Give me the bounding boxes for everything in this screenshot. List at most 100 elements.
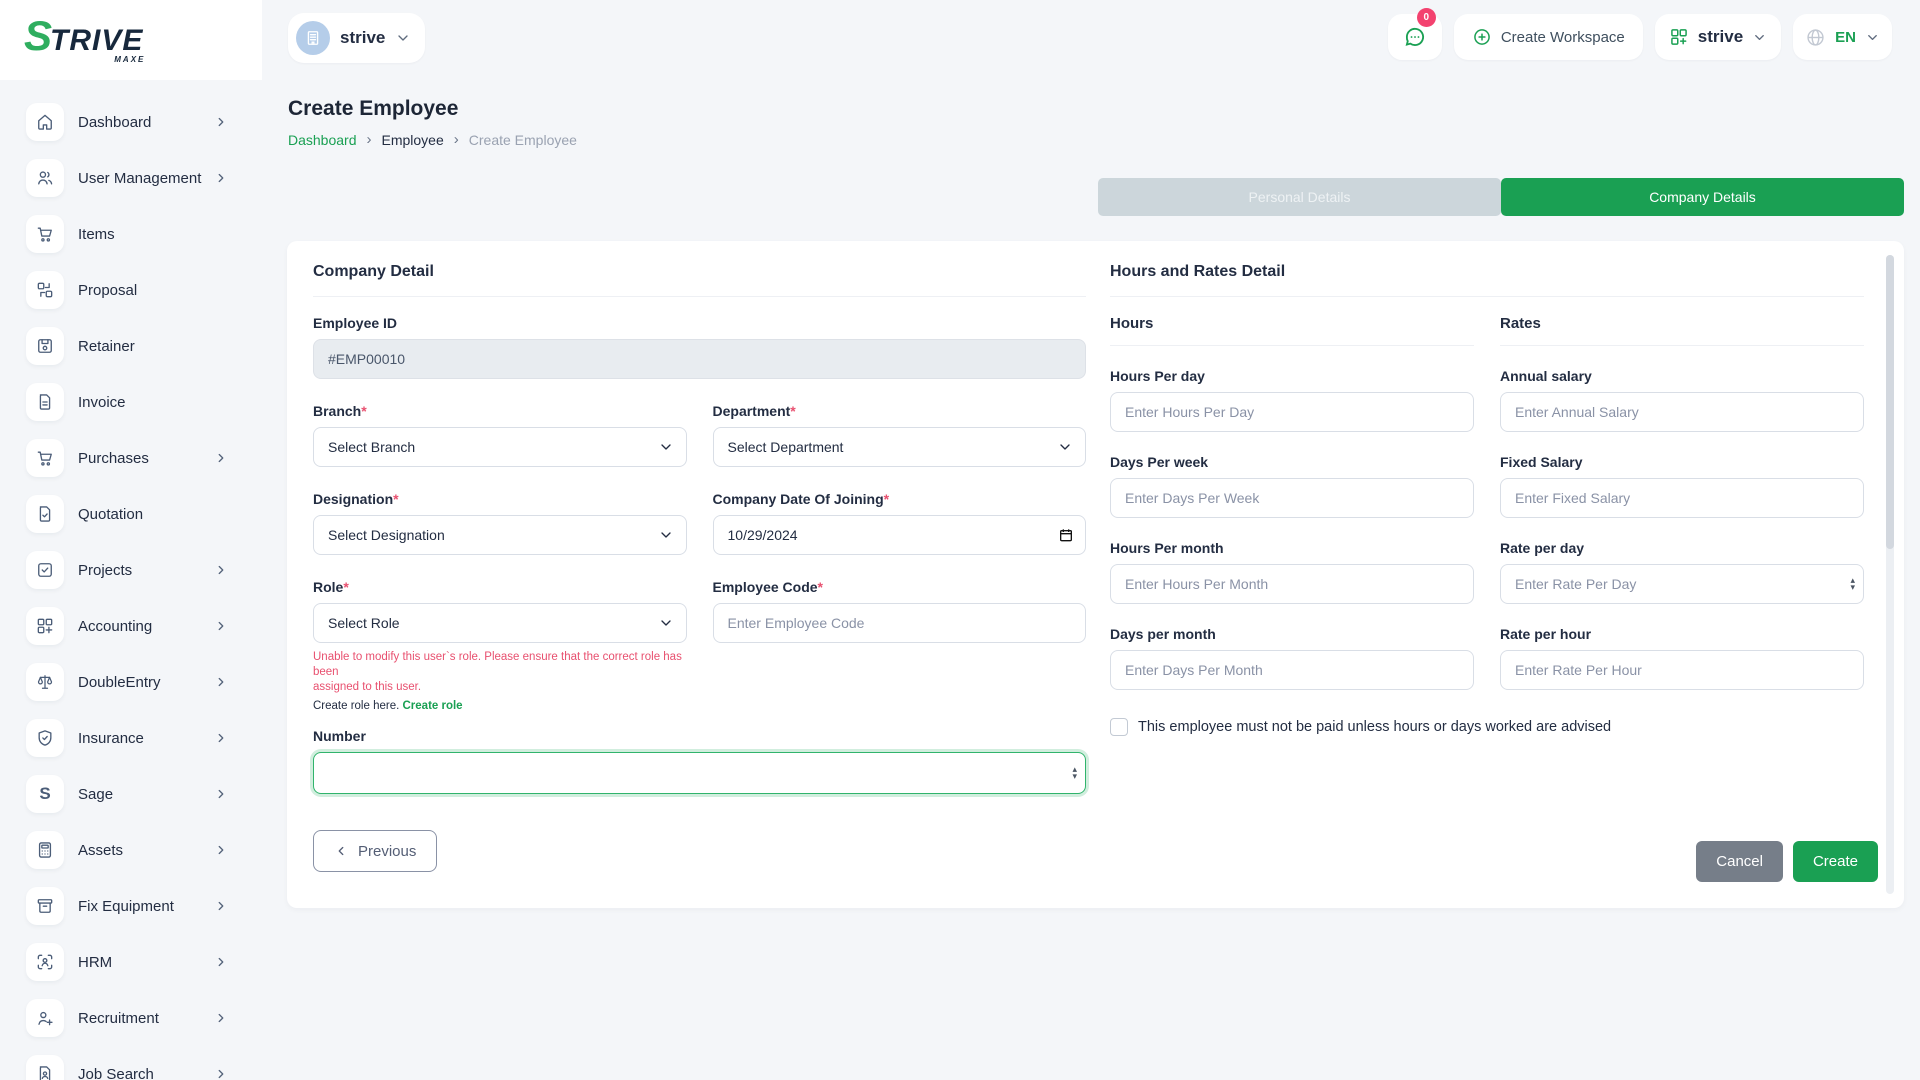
swap-boxes-icon bbox=[37, 282, 53, 298]
previous-button[interactable]: Previous bbox=[313, 830, 438, 872]
sidebar-item-job-search[interactable]: Job Search bbox=[26, 1054, 262, 1080]
sidebar-item-items[interactable]: Items bbox=[26, 214, 262, 254]
designation-select[interactable]: Select Designation bbox=[313, 515, 687, 555]
create-role-link[interactable]: Create role bbox=[403, 700, 463, 712]
employee-id-label: Employee ID bbox=[313, 315, 398, 331]
branch-select-value: Select Branch bbox=[328, 439, 416, 455]
users-icon bbox=[38, 171, 53, 185]
sidebar-item-doubleentry[interactable]: DoubleEntry bbox=[26, 662, 262, 702]
chevron-right-icon bbox=[218, 173, 224, 183]
sidebar-item-purchases[interactable]: Purchases bbox=[26, 438, 262, 478]
person-scan-icon bbox=[37, 954, 53, 970]
hours-rates-section: Hours and Rates Detail Hours Hours Per d… bbox=[1110, 263, 1864, 886]
sidebar-header: S TRIVE MAXE bbox=[0, 0, 262, 80]
sidebar-item-insurance[interactable]: Insurance bbox=[26, 718, 262, 758]
breadcrumb-dashboard[interactable]: Dashboard bbox=[288, 132, 357, 148]
department-select-value: Select Department bbox=[727, 439, 844, 455]
sidebar-item-proposal[interactable]: Proposal bbox=[26, 270, 262, 310]
page-title: Create Employee bbox=[288, 97, 459, 120]
rate-per-hour-label: Rate per hour bbox=[1500, 626, 1592, 642]
tab-personal-details[interactable]: Personal Details bbox=[1098, 178, 1501, 216]
hours-per-month-field[interactable] bbox=[1110, 564, 1474, 604]
sidebar-item-recruitment[interactable]: Recruitment bbox=[26, 998, 262, 1038]
sidebar-item-user-management[interactable]: User Management bbox=[26, 158, 262, 198]
annual-salary-field[interactable] bbox=[1500, 392, 1864, 432]
chevron-right-icon bbox=[218, 901, 224, 911]
cart-icon bbox=[37, 451, 52, 466]
sidebar-item-retainer[interactable]: Retainer bbox=[26, 326, 262, 366]
language-selector[interactable]: EN bbox=[1793, 14, 1892, 60]
sidebar-item-label: Purchases bbox=[78, 449, 149, 467]
rate-per-hour-field[interactable] bbox=[1500, 650, 1864, 690]
app-logo[interactable]: S TRIVE MAXE bbox=[24, 12, 143, 65]
sidebar-item-label: Projects bbox=[78, 561, 133, 579]
create-workspace-button[interactable]: Create Workspace bbox=[1453, 14, 1643, 60]
rate-per-day-field[interactable] bbox=[1500, 564, 1864, 604]
role-select-value: Select Role bbox=[328, 615, 400, 631]
employee-code-field[interactable] bbox=[712, 603, 1086, 643]
tab-company-details[interactable]: Company Details bbox=[1501, 178, 1904, 216]
sidebar-item-projects[interactable]: Projects bbox=[26, 550, 262, 590]
calculator-icon bbox=[38, 842, 52, 858]
date-of-joining-field[interactable] bbox=[712, 515, 1086, 555]
workspace-grid-icon bbox=[1670, 29, 1687, 45]
rate-per-day-spinner[interactable]: ▴ ▾ bbox=[1850, 576, 1855, 592]
logo-s-glyph: S bbox=[24, 12, 52, 59]
date-of-joining-label: Company Date Of Joining bbox=[712, 491, 884, 507]
sidebar-item-sage[interactable]: S Sage bbox=[26, 774, 262, 814]
company-selector[interactable]: strive bbox=[288, 13, 426, 63]
sidebar-item-label: Quotation bbox=[78, 505, 144, 523]
chat-button[interactable]: 0 bbox=[1387, 8, 1442, 60]
fixed-salary-field[interactable] bbox=[1500, 478, 1864, 518]
archive-box-icon bbox=[37, 899, 53, 913]
sidebar-item-quotation[interactable]: Quotation bbox=[26, 494, 262, 534]
sidebar-item-invoice[interactable]: Invoice bbox=[26, 382, 262, 422]
globe-icon bbox=[1807, 28, 1824, 46]
sidebar-item-dashboard[interactable]: Dashboard bbox=[26, 102, 262, 142]
sidebar-item-hrm[interactable]: HRM bbox=[26, 942, 262, 982]
department-select[interactable]: Select Department bbox=[712, 427, 1086, 467]
create-workspace-label: Create Workspace bbox=[1500, 28, 1625, 46]
sidebar-item-label: Invoice bbox=[78, 393, 126, 411]
number-label: Number bbox=[313, 728, 366, 744]
shield-check-icon bbox=[38, 730, 52, 746]
sidebar-nav: Dashboard User Management Items Proposal… bbox=[0, 80, 262, 1080]
hours-heading: Hours bbox=[1110, 315, 1474, 346]
grid-plus-icon bbox=[37, 618, 53, 634]
number-spinner[interactable]: ▴ ▾ bbox=[1072, 765, 1077, 781]
role-select[interactable]: Select Role bbox=[313, 603, 687, 643]
create-button[interactable]: Create bbox=[1792, 841, 1878, 882]
chevron-right-icon bbox=[218, 1069, 224, 1079]
previous-label: Previous bbox=[358, 842, 417, 860]
cancel-button[interactable]: Cancel bbox=[1696, 841, 1783, 882]
card-scrollbar-thumb[interactable] bbox=[1886, 255, 1894, 549]
sidebar-item-assets[interactable]: Assets bbox=[26, 830, 262, 870]
role-error-text: Unable to modify this user`s role. Pleas… bbox=[313, 651, 682, 693]
chevron-down-icon bbox=[1060, 444, 1070, 450]
designation-select-value: Select Designation bbox=[328, 527, 445, 543]
workspace-selector[interactable]: strive bbox=[1654, 14, 1782, 60]
role-helper-text: Create role here. bbox=[313, 700, 400, 712]
sidebar-item-label: Sage bbox=[78, 785, 114, 803]
card-scrollbar[interactable] bbox=[1886, 255, 1894, 894]
annual-salary-label: Annual salary bbox=[1500, 368, 1592, 384]
sidebar-item-accounting[interactable]: Accounting bbox=[26, 606, 262, 646]
breadcrumb-employee[interactable]: Employee bbox=[382, 132, 444, 148]
days-per-week-field[interactable] bbox=[1110, 478, 1474, 518]
number-field[interactable] bbox=[313, 752, 1086, 794]
days-per-month-field[interactable] bbox=[1110, 650, 1474, 690]
not-paid-checkbox[interactable] bbox=[1110, 718, 1128, 736]
chevron-right-icon bbox=[218, 453, 224, 463]
sidebar-item-label: Accounting bbox=[78, 617, 153, 635]
hours-per-day-field[interactable] bbox=[1110, 392, 1474, 432]
branch-select[interactable]: Select Branch bbox=[313, 427, 687, 467]
hours-column: Hours Hours Per day Days Per week Hours … bbox=[1110, 315, 1474, 690]
chevron-right-icon bbox=[218, 789, 224, 799]
wizard-tabs: Personal Details Company Details bbox=[1098, 178, 1904, 216]
topbar-actions: 0 Create Workspace strive EN bbox=[1387, 8, 1892, 60]
chevron-down-icon bbox=[660, 532, 671, 538]
hours-rates-heading: Hours and Rates Detail bbox=[1110, 263, 1864, 297]
sidebar-item-fix-equipment[interactable]: Fix Equipment bbox=[26, 886, 262, 926]
calendar-icon[interactable] bbox=[1058, 527, 1074, 543]
sidebar-item-label: DoubleEntry bbox=[78, 673, 161, 691]
